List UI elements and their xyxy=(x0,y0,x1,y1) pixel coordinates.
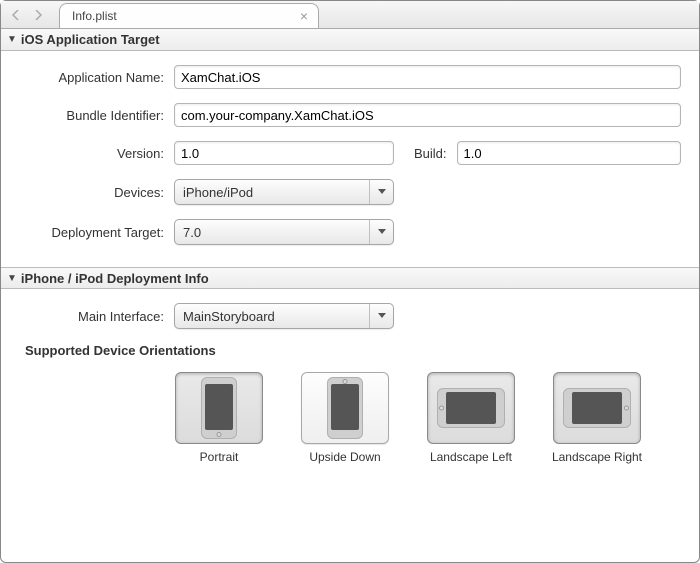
tab-info-plist[interactable]: Info.plist × xyxy=(59,3,319,28)
orientation-label: Portrait xyxy=(200,450,239,466)
deployment-target-value: 7.0 xyxy=(183,225,201,240)
tab-title: Info.plist xyxy=(72,9,117,23)
bundle-identifier-label: Bundle Identifier: xyxy=(19,108,174,123)
section-title: iOS Application Target xyxy=(21,32,160,47)
tab-bar: Info.plist × xyxy=(1,1,699,29)
orientation-label: Landscape Right xyxy=(552,450,642,466)
main-interface-value: MainStoryboard xyxy=(183,309,275,324)
chevron-left-icon xyxy=(12,10,20,20)
device-landscape-left-icon xyxy=(437,388,505,428)
nav-back-button[interactable] xyxy=(7,4,25,26)
orientation-label: Landscape Left xyxy=(430,450,512,466)
main-interface-select[interactable]: MainStoryboard xyxy=(174,303,394,329)
device-landscape-right-icon xyxy=(563,388,631,428)
main-interface-label: Main Interface: xyxy=(19,309,174,324)
orientation-landscape-right-button[interactable] xyxy=(553,372,641,444)
target-form: Application Name: Bundle Identifier: Ver… xyxy=(1,51,699,267)
section-header-deploy[interactable]: ▼ iPhone / iPod Deployment Info xyxy=(1,267,699,289)
nav-forward-button[interactable] xyxy=(29,4,47,26)
application-name-label: Application Name: xyxy=(19,70,174,85)
device-portrait-icon xyxy=(201,377,237,439)
chevron-down-icon xyxy=(369,304,393,328)
chevron-down-icon xyxy=(369,180,393,204)
build-input[interactable] xyxy=(457,141,681,165)
section-header-target[interactable]: ▼ iOS Application Target xyxy=(1,29,699,51)
device-upside-icon xyxy=(327,377,363,439)
devices-label: Devices: xyxy=(19,185,174,200)
version-input[interactable] xyxy=(174,141,394,165)
devices-select[interactable]: iPhone/iPod xyxy=(174,179,394,205)
disclosure-triangle-icon: ▼ xyxy=(7,273,17,284)
build-label: Build: xyxy=(414,146,447,161)
chevron-right-icon xyxy=(34,10,42,20)
close-icon[interactable]: × xyxy=(300,8,308,24)
version-label: Version: xyxy=(19,146,174,161)
orientations-group: Portrait Upside Down Landscape Left xyxy=(19,372,681,466)
orientations-title: Supported Device Orientations xyxy=(19,343,681,372)
section-title: iPhone / iPod Deployment Info xyxy=(21,271,209,286)
deploy-form: Main Interface: MainStoryboard Supported… xyxy=(1,289,699,484)
devices-select-value: iPhone/iPod xyxy=(183,185,253,200)
orientation-portrait-button[interactable] xyxy=(175,372,263,444)
deployment-target-select[interactable]: 7.0 xyxy=(174,219,394,245)
deployment-target-label: Deployment Target: xyxy=(19,225,174,240)
orientation-label: Upside Down xyxy=(309,450,380,466)
application-name-input[interactable] xyxy=(174,65,681,89)
disclosure-triangle-icon: ▼ xyxy=(7,34,17,45)
orientation-landscape-left-button[interactable] xyxy=(427,372,515,444)
chevron-down-icon xyxy=(369,220,393,244)
orientation-upside-down-button[interactable] xyxy=(301,372,389,444)
bundle-identifier-input[interactable] xyxy=(174,103,681,127)
